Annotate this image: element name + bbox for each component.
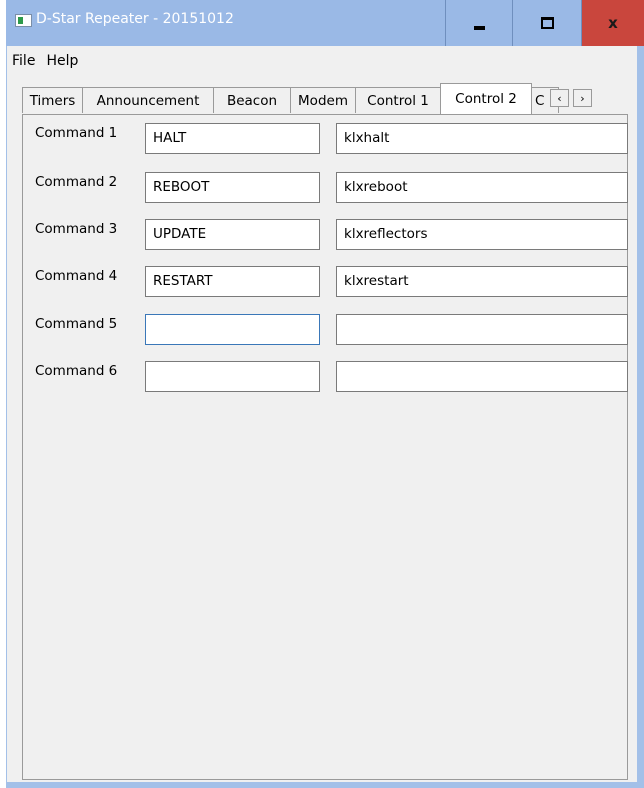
tab-control-1[interactable]: Control 1 — [355, 87, 441, 113]
command-4-script-field[interactable]: klxrestart — [336, 266, 628, 297]
tab-announcement[interactable]: Announcement — [82, 87, 214, 113]
tab-beacon[interactable]: Beacon — [213, 87, 291, 113]
chevron-right-icon: › — [580, 91, 585, 105]
command-6-script-field[interactable] — [336, 361, 628, 392]
tab-scroll-right-button[interactable]: › — [573, 89, 592, 107]
tab-timers[interactable]: Timers — [22, 87, 83, 113]
tab-control-2[interactable]: Control 2 — [440, 83, 532, 114]
maximize-button[interactable] — [513, 0, 582, 46]
app-window: D-Star Repeater - 20151012 x File Help T… — [6, 0, 644, 788]
command-5-script-field[interactable] — [336, 314, 628, 345]
command-3-label: Command 3 — [35, 221, 118, 237]
command-5-name-field[interactable] — [145, 314, 320, 345]
command-2-label: Command 2 — [35, 174, 118, 190]
control-2-panel: Command 1 HALT klxhalt Command 2 REBOOT … — [22, 114, 628, 780]
client-area: File Help Timers Announcement Beacon Mod… — [7, 46, 637, 782]
command-5-label: Command 5 — [35, 316, 118, 332]
tab-strip: Timers Announcement Beacon Modem Control… — [22, 83, 622, 114]
command-3-name-field[interactable]: UPDATE — [145, 219, 320, 250]
command-4-name-field[interactable]: RESTART — [145, 266, 320, 297]
command-3-script-field[interactable]: klxreflectors — [336, 219, 628, 250]
minimize-icon — [473, 26, 485, 30]
maximize-icon — [540, 17, 554, 29]
close-icon: x — [608, 14, 618, 32]
app-icon — [15, 14, 32, 27]
window-title: D-Star Repeater - 20151012 — [36, 11, 234, 27]
command-1-label: Command 1 — [35, 125, 118, 141]
chevron-left-icon: ‹ — [557, 91, 562, 105]
command-2-script-field[interactable]: klxreboot — [336, 172, 628, 203]
command-4-label: Command 4 — [35, 268, 118, 284]
command-1-name-field[interactable]: HALT — [145, 123, 320, 154]
menu-file[interactable]: File — [7, 53, 41, 69]
minimize-button[interactable] — [445, 0, 513, 46]
command-2-name-field[interactable]: REBOOT — [145, 172, 320, 203]
menu-help[interactable]: Help — [41, 53, 84, 69]
tab-scroll-left-button[interactable]: ‹ — [550, 89, 569, 107]
menu-bar: File Help — [7, 48, 84, 74]
tab-modem[interactable]: Modem — [290, 87, 356, 113]
close-button[interactable]: x — [582, 0, 644, 46]
command-1-script-field[interactable]: klxhalt — [336, 123, 628, 154]
command-6-label: Command 6 — [35, 363, 118, 379]
title-bar[interactable]: D-Star Repeater - 20151012 x — [6, 0, 644, 46]
command-6-name-field[interactable] — [145, 361, 320, 392]
